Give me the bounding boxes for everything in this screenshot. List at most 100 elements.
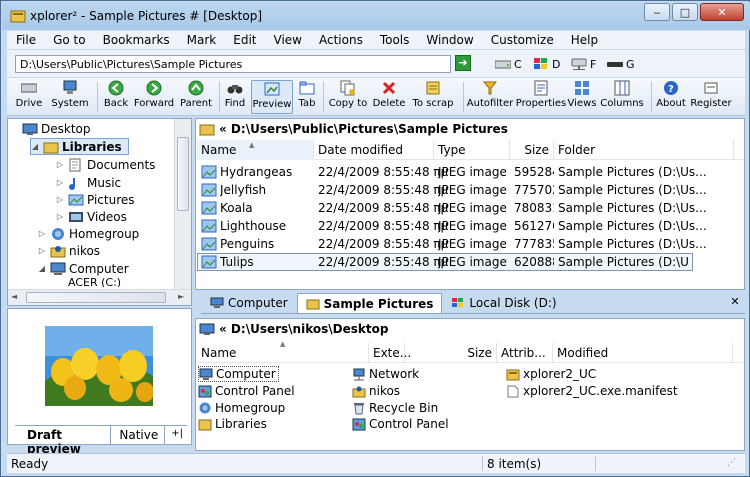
col-size-header[interactable]: Size <box>510 140 554 160</box>
resize-grip-icon[interactable]: ⋰ <box>727 458 739 470</box>
menu-tools[interactable]: Tools <box>371 33 418 47</box>
menu-customize[interactable]: Customize <box>482 33 562 47</box>
desktop-item-computer[interactable]: Computer <box>198 366 279 382</box>
tree-item-libraries[interactable]: ◢ Libraries <box>30 138 129 155</box>
forward-button[interactable]: Forward <box>134 80 174 114</box>
jpeg-file-icon <box>201 183 217 197</box>
tree-item-acer-c[interactable]: ACER (C:) <box>68 277 121 287</box>
find-button[interactable]: Find <box>223 80 247 114</box>
menu-help[interactable]: Help <box>562 33 606 47</box>
go-button[interactable]: ➜ <box>455 55 471 71</box>
tab-local-disk-d[interactable]: Local Disk (D:) <box>442 293 565 313</box>
desktop-item-control-panel[interactable]: Control Panel <box>198 383 295 399</box>
pin-icon[interactable]: +| <box>165 426 187 444</box>
columns-button[interactable]: Columns <box>600 80 644 114</box>
tree-item-computer[interactable]: ◢ Computer <box>38 260 129 277</box>
collapse-triangle-icon[interactable]: ◢ <box>31 142 39 151</box>
tree-hscroll-thumb[interactable] <box>26 292 166 303</box>
desktop-item-xplorer2-uc[interactable]: xplorer2_UC <box>506 366 596 382</box>
expand-triangle-icon[interactable]: ▷ <box>56 195 64 204</box>
about-button[interactable]: ? About <box>655 80 687 114</box>
native-preview-tab[interactable]: Native <box>111 426 166 444</box>
register-button[interactable]: Register <box>690 80 732 114</box>
properties-button[interactable]: Properties <box>515 80 567 114</box>
menu-actions[interactable]: Actions <box>310 33 371 47</box>
file-folder: Sample Pictures (D:\Us... <box>558 183 707 197</box>
drive-d-button[interactable]: D <box>533 56 560 72</box>
tree-item-music[interactable]: ▷ Music <box>56 174 121 191</box>
expand-triangle-icon[interactable]: ▷ <box>38 229 46 238</box>
menu-view[interactable]: View <box>265 33 310 47</box>
file-row-penguins[interactable]: Penguins 22/4/2009 8:55:48 πμ JPEG image… <box>198 235 750 253</box>
scroll-left-arrow-icon[interactable]: ◄ <box>11 292 17 301</box>
tree-scroll-thumb[interactable] <box>177 137 189 211</box>
draft-preview-tab[interactable]: Draft preview <box>15 426 112 456</box>
drive-f-button[interactable]: F <box>571 56 596 72</box>
desktop-item-network[interactable]: Network <box>352 366 419 382</box>
minimize-button[interactable]: ‒ <box>644 3 670 21</box>
autofilter-button[interactable]: Autofilter <box>467 80 513 114</box>
back-button[interactable]: Back <box>103 80 129 114</box>
bottom-pane-path[interactable]: « D:\Users\nikos\Desktop <box>197 320 743 338</box>
parent-button[interactable]: Parent <box>179 80 213 114</box>
scroll-right-arrow-icon[interactable]: ► <box>178 292 184 301</box>
desktop-item-homegroup[interactable]: Homegroup <box>198 400 285 416</box>
desktop-item-libraries[interactable]: Libraries <box>198 416 267 432</box>
preview-button[interactable]: Preview <box>251 80 293 114</box>
file-row-lighthouse[interactable]: Lighthouse 22/4/2009 8:55:48 πμ JPEG ima… <box>198 217 750 235</box>
menu-go-to[interactable]: Go to <box>44 33 94 47</box>
desktop-item-recycle-bin[interactable]: Recycle Bin <box>352 400 438 416</box>
drive-c-button[interactable]: C <box>495 56 522 72</box>
tree-item-desktop[interactable]: Desktop <box>22 120 91 137</box>
maximize-button[interactable]: □ <box>672 3 698 21</box>
menu-file[interactable]: File <box>7 33 44 47</box>
system-toolbar-button[interactable]: System <box>51 80 89 114</box>
tree-vertical-scrollbar[interactable] <box>174 119 191 289</box>
menu-window[interactable]: Window <box>417 33 481 47</box>
expand-triangle-icon[interactable]: ▷ <box>56 178 64 187</box>
menu-mark[interactable]: Mark <box>178 33 225 47</box>
close-button[interactable]: ✕ <box>700 3 744 21</box>
col-size-header[interactable]: Size <box>405 343 497 363</box>
drive-g-button[interactable]: G <box>607 56 635 72</box>
file-row-hydrangeas[interactable]: Hydrangeas 22/4/2009 8:55:48 πμ JPEG ima… <box>198 163 750 181</box>
to-scrap-button[interactable]: To scrap <box>411 80 455 114</box>
expand-triangle-icon[interactable]: ▷ <box>56 160 64 169</box>
tree-item-videos[interactable]: ▷ Videos <box>56 208 127 225</box>
file-row-koala[interactable]: Koala 22/4/2009 8:55:48 πμ JPEG image 78… <box>198 199 750 217</box>
views-button[interactable]: Views <box>568 80 596 114</box>
col-date-header[interactable]: Date modified <box>314 140 434 160</box>
col-attrib-header[interactable]: Attrib... <box>497 343 553 363</box>
tree-item-nikos[interactable]: ▷ nikos <box>38 242 100 259</box>
expand-triangle-icon[interactable]: ▷ <box>38 246 46 255</box>
desktop-item-control-panel-2[interactable]: Control Panel <box>352 416 449 432</box>
tree-item-homegroup[interactable]: ▷ Homegroup <box>38 225 139 242</box>
top-pane-path[interactable]: « D:\Users\Public\Pictures\Sample Pictur… <box>197 120 743 138</box>
title-bar[interactable]: xplorer² - Sample Pictures # [Desktop] ‒… <box>2 2 750 30</box>
col-folder-header[interactable]: Folder <box>554 140 734 160</box>
file-row-tulips-selected[interactable]: Tulips 22/4/2009 8:55:48 πμ JPEG image 6… <box>197 253 693 271</box>
menu-edit[interactable]: Edit <box>224 33 264 47</box>
file-row-jellyfish[interactable]: Jellyfish 22/4/2009 8:55:48 πμ JPEG imag… <box>198 181 750 199</box>
tree-item-documents[interactable]: ▷ Documents <box>56 156 156 173</box>
tree-horizontal-scrollbar[interactable]: ◄ ► <box>8 289 191 305</box>
tab-sample-pictures[interactable]: Sample Pictures <box>296 293 443 313</box>
menu-bookmarks[interactable]: Bookmarks <box>94 33 178 47</box>
copy-to-button[interactable]: Copy to <box>329 80 367 114</box>
col-type-header[interactable]: Type <box>434 140 510 160</box>
collapse-triangle-icon[interactable]: ◢ <box>38 264 46 273</box>
expand-triangle-icon[interactable]: ▷ <box>56 212 64 221</box>
col-modified-header[interactable]: Modified <box>553 343 733 363</box>
col-name-header[interactable]: Name <box>197 140 314 160</box>
delete-button[interactable]: Delete <box>373 80 405 114</box>
address-input[interactable]: D:\Users\Public\Pictures\Sample Pictures <box>15 55 451 73</box>
folder-icon <box>199 124 215 136</box>
drive-toolbar-button[interactable]: Drive <box>15 80 43 114</box>
desktop-item-nikos[interactable]: nikos <box>352 383 400 399</box>
close-tab-icon[interactable]: ✕ <box>727 295 743 313</box>
tab-button[interactable]: Tab <box>297 80 317 114</box>
col-ext-header[interactable]: Exte... <box>369 343 411 363</box>
desktop-item-manifest[interactable]: xplorer2_UC.exe.manifest <box>506 383 678 399</box>
tree-item-pictures[interactable]: ▷ Pictures <box>56 191 135 208</box>
tab-computer[interactable]: Computer <box>201 293 297 313</box>
